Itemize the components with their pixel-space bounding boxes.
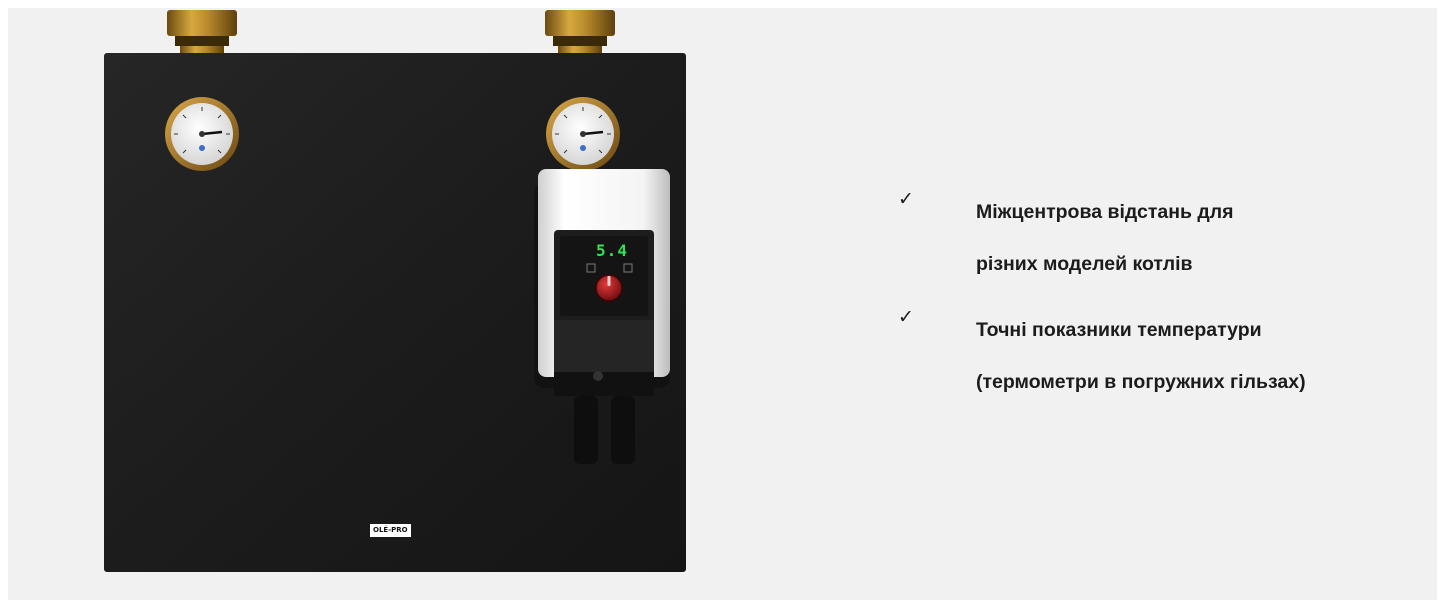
power-knob-icon — [595, 274, 623, 302]
feature-text: різних моделей котлів — [976, 253, 1193, 275]
product-image: 5.4 OLÉ-PRO — [8, 8, 708, 600]
feature-text: (термометри в погружних гільзах) — [976, 371, 1306, 393]
check-icon: ✓ — [898, 188, 914, 210]
thermometer-gauge-icon — [165, 97, 239, 171]
feature-item: ✓ Міжцентрова відстань для різних моделе… — [898, 186, 1438, 290]
thermometer-gauge-icon — [546, 97, 620, 171]
check-icon: ✓ — [898, 306, 914, 328]
pump-display: 5.4 — [596, 241, 628, 260]
feature-list: ✓ Міжцентрова відстань для різних моделе… — [898, 186, 1438, 408]
pipe-fitting-icon — [167, 10, 237, 58]
feature-text: Точні показники температури — [976, 319, 1262, 341]
brand-label: OLÉ-PRO — [370, 524, 411, 537]
feature-item: ✓ Точні показники температури (термометр… — [898, 304, 1438, 408]
product-slide: 5.4 OLÉ-PRO ✓ Міжцентрова відстань для р… — [8, 8, 1437, 600]
feature-text: Міжцентрова відстань для — [976, 201, 1234, 223]
pipe-fitting-icon — [545, 10, 615, 58]
mixing-unit-illustration — [104, 10, 686, 572]
